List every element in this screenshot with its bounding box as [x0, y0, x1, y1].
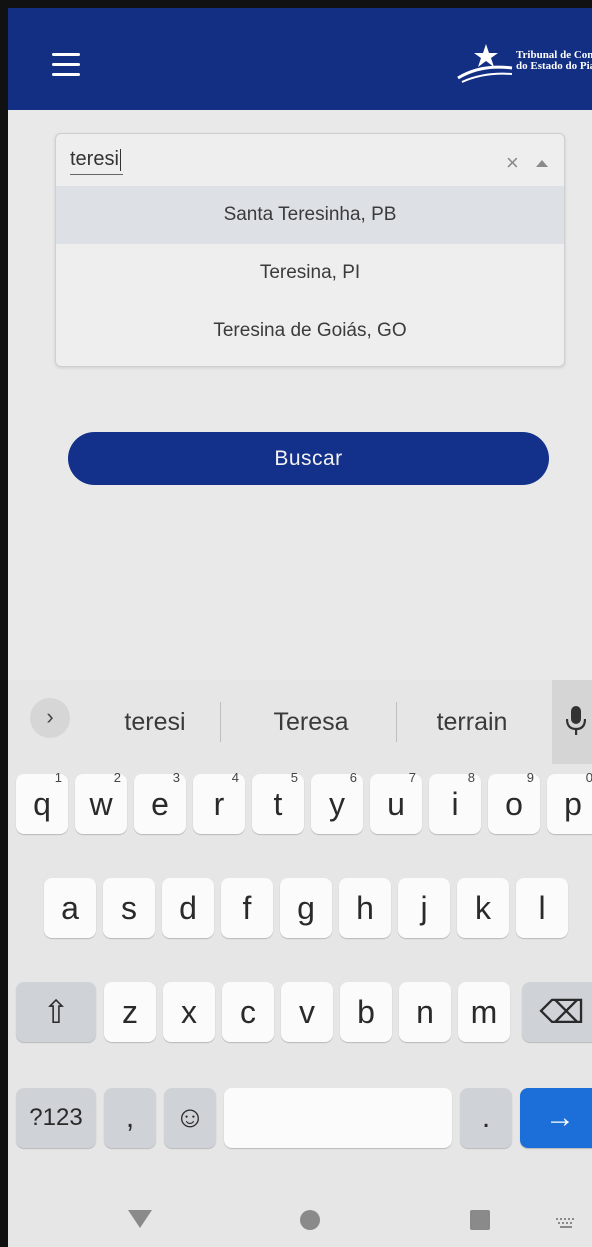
suggestion-item[interactable]: Teresa: [226, 700, 396, 744]
key-c[interactable]: c: [222, 982, 274, 1042]
enter-key[interactable]: →: [520, 1088, 592, 1148]
key-k[interactable]: k: [457, 878, 509, 938]
key-label: p: [564, 786, 582, 822]
suggestion-divider: [220, 702, 221, 742]
microphone-icon: [566, 706, 586, 735]
microphone-button[interactable]: [552, 680, 592, 764]
key-h[interactable]: h: [339, 878, 391, 938]
key-e[interactable]: e3: [134, 770, 186, 834]
key-hint: 9: [526, 770, 534, 785]
key-b[interactable]: b: [340, 982, 392, 1042]
hamburger-menu-icon[interactable]: [52, 53, 80, 77]
key-a[interactable]: a: [44, 878, 96, 938]
key-n[interactable]: n: [399, 982, 451, 1042]
logo-line-2: do Estado do Piauí: [516, 60, 592, 72]
key-label: y: [329, 786, 345, 822]
key-q[interactable]: q1: [16, 770, 68, 834]
nav-home-icon[interactable]: [300, 1210, 320, 1230]
key-label: q: [33, 786, 51, 822]
key-label: r: [213, 786, 225, 822]
emoji-key[interactable]: ☺: [164, 1088, 216, 1148]
keyboard-switch-icon[interactable]: [556, 1218, 578, 1228]
key-hint: 1: [54, 770, 62, 785]
suggestion-strip: › teresi Teresa terrain: [8, 680, 592, 766]
key-v[interactable]: v: [281, 982, 333, 1042]
key-p[interactable]: p0: [547, 770, 592, 834]
key-hint: 4: [231, 770, 239, 785]
key-r[interactable]: r4: [193, 770, 245, 834]
soft-keyboard: › teresi Teresa terrain ⇧ ⌫ ?123 , ☺ . →…: [8, 680, 592, 1200]
key-d[interactable]: d: [162, 878, 214, 938]
key-label: o: [505, 786, 523, 822]
key-w[interactable]: w2: [75, 770, 127, 834]
chevron-up-icon[interactable]: [536, 160, 548, 167]
symbols-key[interactable]: ?123: [16, 1088, 96, 1148]
key-i[interactable]: i8: [429, 770, 481, 834]
comma-key[interactable]: ,: [104, 1088, 156, 1148]
key-hint: 2: [113, 770, 121, 785]
system-nav-bar: [8, 1196, 592, 1247]
clear-icon[interactable]: ×: [506, 152, 519, 174]
key-l[interactable]: l: [516, 878, 568, 938]
key-label: u: [387, 786, 405, 822]
shift-key[interactable]: ⇧: [16, 982, 96, 1042]
nav-recents-icon[interactable]: [470, 1210, 490, 1230]
key-j[interactable]: j: [398, 878, 450, 938]
key-label: t: [273, 786, 283, 822]
key-z[interactable]: z: [104, 982, 156, 1042]
key-label: w: [89, 786, 113, 822]
key-g[interactable]: g: [280, 878, 332, 938]
suggestion-divider: [396, 702, 397, 742]
expand-suggestions-icon[interactable]: ›: [30, 698, 70, 738]
nav-back-icon[interactable]: [128, 1210, 152, 1228]
key-hint: 3: [172, 770, 180, 785]
city-search-input[interactable]: teresi: [70, 144, 123, 175]
key-x[interactable]: x: [163, 982, 215, 1042]
key-hint: 5: [290, 770, 298, 785]
city-autocomplete: teresi × Santa Teresinha, PB Teresina, P…: [55, 133, 565, 367]
autocomplete-option[interactable]: Santa Teresinha, PB: [56, 186, 564, 244]
key-s[interactable]: s: [103, 878, 155, 938]
autocomplete-option[interactable]: Teresina, PI: [56, 244, 564, 302]
autocomplete-option[interactable]: Teresina de Goiás, GO: [56, 302, 564, 360]
key-m[interactable]: m: [458, 982, 510, 1042]
key-hint: 7: [408, 770, 416, 785]
space-key[interactable]: [224, 1088, 452, 1148]
key-hint: 0: [585, 770, 592, 785]
suggestion-item[interactable]: teresi: [90, 700, 220, 744]
screen-bezel-top: [0, 0, 592, 8]
key-label: e: [151, 786, 169, 822]
key-hint: 8: [467, 770, 475, 785]
star-logo-icon: [457, 44, 513, 83]
text-caret: [119, 148, 121, 171]
tce-pi-logo: Tribunal de Contasdo Estado do Piauí: [456, 38, 592, 88]
app-header: Tribunal de Contasdo Estado do Piauí: [8, 8, 592, 110]
search-input-value: teresi: [70, 148, 119, 170]
buscar-button[interactable]: Buscar: [68, 432, 549, 485]
screen-bezel-left: [0, 0, 8, 1247]
key-t[interactable]: t5: [252, 770, 304, 834]
period-key[interactable]: .: [460, 1088, 512, 1148]
key-label: i: [451, 786, 459, 822]
key-y[interactable]: y6: [311, 770, 363, 834]
key-o[interactable]: o9: [488, 770, 540, 834]
backspace-key[interactable]: ⌫: [522, 982, 592, 1042]
key-hint: 6: [349, 770, 357, 785]
key-f[interactable]: f: [221, 878, 273, 938]
suggestion-item[interactable]: terrain: [402, 700, 542, 744]
key-u[interactable]: u7: [370, 770, 422, 834]
